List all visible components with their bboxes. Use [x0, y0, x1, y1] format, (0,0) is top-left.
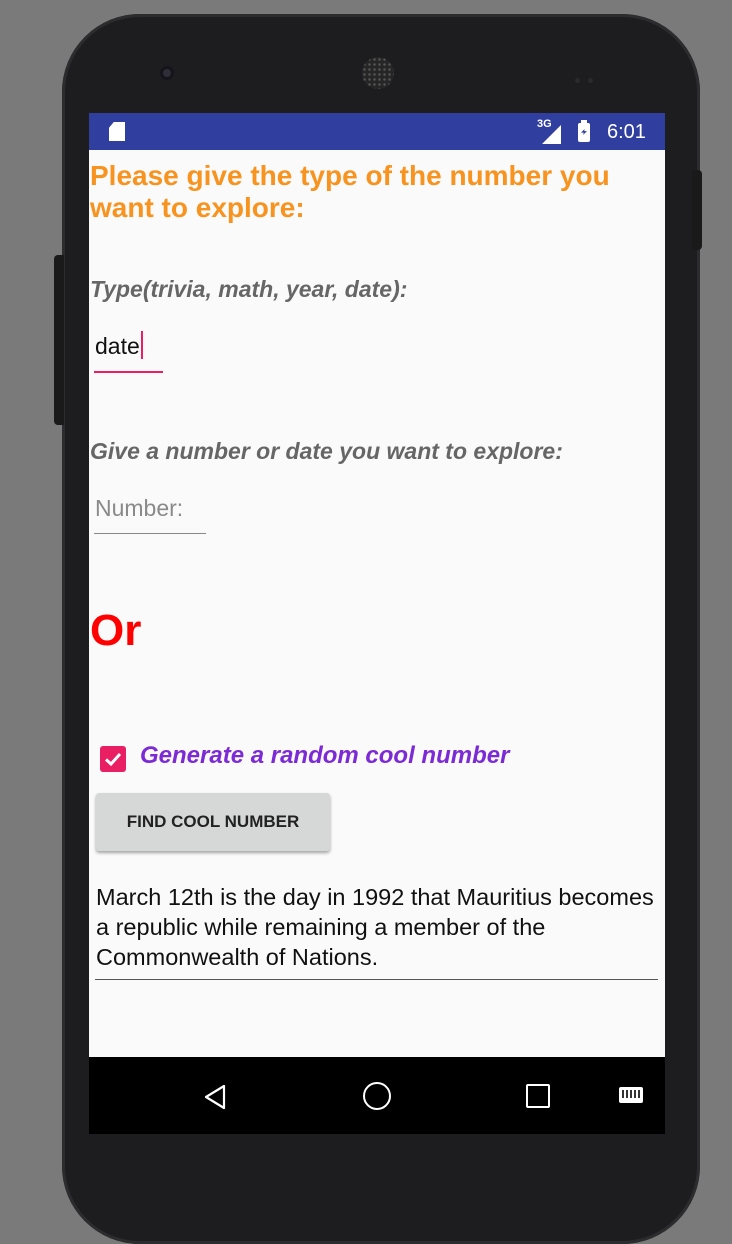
type-label: Type(trivia, math, year, date): — [90, 276, 408, 302]
earpiece-speaker — [362, 57, 394, 89]
page-heading: Please give the type of the number you w… — [90, 160, 610, 223]
recents-icon[interactable] — [526, 1084, 550, 1108]
number-label: Give a number or date you want to explor… — [90, 438, 563, 464]
home-icon[interactable] — [363, 1082, 391, 1110]
front-camera — [160, 66, 174, 80]
sd-card-icon — [109, 122, 125, 141]
type-input[interactable]: date — [94, 325, 163, 373]
number-input[interactable]: Number: — [94, 487, 206, 534]
type-input-value: date — [95, 333, 140, 359]
text-cursor — [140, 331, 143, 359]
result-underline — [95, 979, 658, 980]
keyboard-icon[interactable] — [619, 1087, 643, 1103]
app-screen: 3G 6:01 Please give the type of the numb… — [89, 113, 665, 1134]
power-button — [692, 170, 702, 250]
volume-button — [54, 255, 64, 425]
cell-signal-icon — [542, 125, 561, 144]
status-bar: 3G 6:01 — [89, 113, 665, 150]
navigation-bar — [89, 1057, 665, 1134]
or-label: Or — [90, 606, 142, 655]
find-cool-number-button[interactable]: FIND COOL NUMBER — [96, 793, 330, 851]
random-number-checkbox[interactable] — [100, 746, 126, 772]
result-text: March 12th is the day in 1992 that Mauri… — [96, 884, 654, 970]
battery-charging-icon — [578, 120, 590, 142]
status-clock: 6:01 — [607, 121, 646, 143]
random-number-checkbox-label[interactable]: Generate a random cool number — [140, 742, 509, 770]
back-icon[interactable] — [203, 1084, 227, 1110]
proximity-sensors — [575, 70, 605, 83]
checkmark-icon — [104, 752, 122, 767]
number-input-placeholder: Number: — [95, 495, 184, 521]
